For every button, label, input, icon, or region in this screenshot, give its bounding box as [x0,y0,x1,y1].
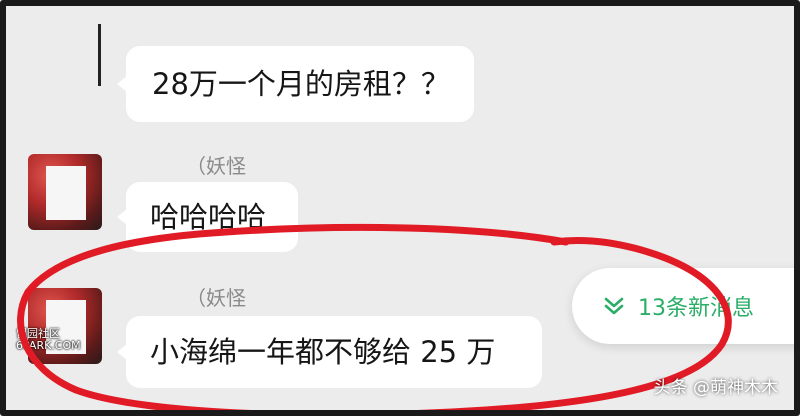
source-credit: 头条 @萌神木木 [653,378,778,398]
avatar[interactable] [28,288,102,364]
message-bubble-2[interactable]: 哈哈哈哈 [117,182,298,252]
sender-name: （妖怪 [186,286,246,310]
chat-screenshot: 28万一个月的房租？？ （妖怪 哈哈哈哈 留园社区 6PARK.COM （妖怪 … [0,0,800,416]
watermark-text: 留园社区 6PARK.COM [16,327,81,352]
avatar[interactable] [28,154,102,230]
new-messages-label: 13条新消息 [638,296,754,321]
message-bubble-1[interactable]: 28万一个月的房租？？ [117,46,474,122]
message-text-1: 28万一个月的房租？？ [152,66,450,101]
avatar-redaction [46,166,86,220]
message-bubble-3[interactable]: 小海绵一年都不够给 25 万 [117,316,542,388]
double-chevron-down-icon [604,297,624,315]
scroll-edge [98,24,101,86]
message-text-3: 小海绵一年都不够给 25 万 [150,334,496,369]
sender-name: （妖怪 [186,154,246,178]
new-messages-button[interactable]: 13条新消息 [572,268,794,344]
message-text-2: 哈哈哈哈 [150,199,267,234]
